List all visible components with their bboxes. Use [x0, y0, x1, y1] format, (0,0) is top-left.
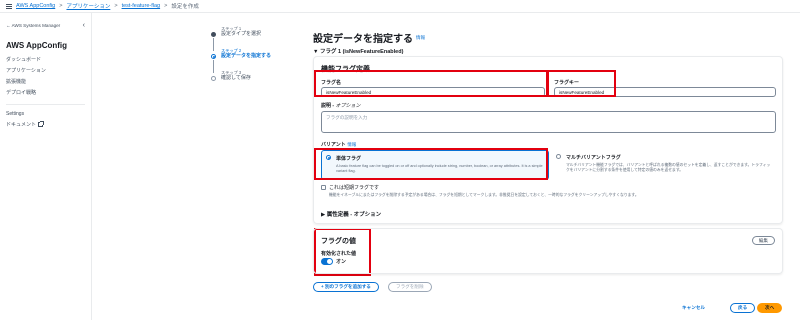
- sidebar-docs-label: ドキュメント: [6, 122, 37, 128]
- breadcrumb-separator: >: [59, 3, 63, 9]
- attributes-expander[interactable]: ▶ 属性定義 - オプション: [321, 210, 381, 218]
- sidebar-item-dashboard[interactable]: ダッシュボード: [6, 56, 85, 63]
- wizard-steps: ステップ 1 設定タイプを選択 ステップ 2 設定データを指定する ステップ 3…: [211, 26, 291, 92]
- breadcrumb-application[interactable]: test-feature-flag: [122, 3, 161, 9]
- sidebar-item-settings[interactable]: Settings: [6, 111, 85, 117]
- page-title: 設定データを指定する 情報: [313, 30, 425, 45]
- multi-variant-option[interactable]: マルチバリアントフラグ マルチバリアント機能フラグでは、バリアントと呼ばれる複数…: [552, 150, 778, 180]
- variant-label: バリアント 情報: [321, 141, 356, 148]
- flag-section-toggle[interactable]: ▼ フラグ 1 (isNewFeatureEnabled): [313, 47, 403, 55]
- step-3: ステップ 3 確認して保存: [211, 70, 291, 92]
- multi-variant-description: マルチバリアント機能フラグでは、バリアントと呼ばれる複数の値のセットを定義し、返…: [566, 163, 771, 172]
- description-textarea[interactable]: フラグの説明を入力: [321, 111, 776, 133]
- sidebar-item-extensions[interactable]: 拡張機能: [6, 78, 85, 85]
- sidebar-item-applications[interactable]: アプリケーション: [6, 67, 85, 74]
- enabled-value-label: 有効化された値: [321, 251, 357, 257]
- sidebar: ← AWS Systems Manager ‹ AWS AppConfig ダッ…: [0, 13, 92, 320]
- short-term-text: これは短期フラグです 機能をイネーブルにまたはフラグを削除する予定がある場合は、…: [329, 184, 639, 198]
- description-label-text: 説明 -: [321, 103, 336, 109]
- sidebar-title: AWS AppConfig: [6, 41, 68, 50]
- step-pending-icon: [211, 76, 216, 81]
- multi-variant-title: マルチバリアントフラグ: [566, 155, 621, 161]
- enabled-toggle-row: オン: [321, 258, 346, 265]
- edit-button[interactable]: 編集: [751, 236, 775, 245]
- step-2: ステップ 2 設定データを指定する: [211, 48, 291, 73]
- step-complete-icon: [211, 32, 216, 37]
- enabled-toggle[interactable]: [321, 258, 333, 265]
- sidebar-item-docs[interactable]: ドキュメント: [6, 121, 85, 128]
- sidebar-back-link[interactable]: ← AWS Systems Manager: [6, 23, 60, 28]
- step-current-icon: [211, 54, 216, 59]
- add-flag-button[interactable]: + 別のフラグを追加する: [313, 282, 379, 292]
- short-term-flag-option[interactable]: これは短期フラグです 機能をイネーブルにまたはフラグを削除する予定がある場合は、…: [321, 184, 776, 198]
- remove-flag-button[interactable]: フラグを削除: [388, 282, 432, 292]
- step-label: 確認して保存: [221, 75, 251, 81]
- page-title-text: 設定データを指定する: [313, 34, 413, 45]
- highlight-single-flag: [314, 148, 548, 180]
- step-1[interactable]: ステップ 1 設定タイプを選択: [211, 26, 291, 51]
- sidebar-close-icon[interactable]: ‹: [83, 22, 85, 29]
- top-bar: AWS AppConfig > アプリケーション > test-feature-…: [0, 0, 800, 13]
- short-term-description: 機能をイネーブルにまたはフラグを削除する予定がある場合は、フラグを短期としてマー…: [329, 193, 639, 197]
- breadcrumb-separator: >: [164, 3, 168, 9]
- step-label: 設定データを指定する: [221, 53, 272, 59]
- menu-icon[interactable]: [6, 3, 12, 9]
- breadcrumb-applications[interactable]: アプリケーション: [66, 2, 110, 10]
- highlight-flag-key: [546, 70, 616, 97]
- flag-value-title: フラグの値: [321, 238, 356, 245]
- flag-value-card: フラグの値 編集 有効化された値 オン: [313, 228, 783, 274]
- breadcrumb-current: 設定を作成: [171, 4, 199, 10]
- external-link-icon: [38, 121, 45, 127]
- breadcrumb-separator: >: [114, 3, 118, 9]
- checkbox-icon: [321, 185, 326, 190]
- next-button[interactable]: 次へ: [757, 303, 783, 313]
- sidebar-divider: [6, 104, 85, 105]
- back-button[interactable]: 戻る: [730, 303, 756, 313]
- sidebar-item-deployment-strategies[interactable]: デプロイ戦略: [6, 89, 85, 96]
- step-label: 設定タイプを選択: [221, 31, 262, 37]
- cancel-button[interactable]: キャンセル: [674, 303, 713, 313]
- description-label: 説明 - オプション: [321, 102, 360, 109]
- toggle-state-text: オン: [336, 259, 347, 265]
- highlight-flag-name: [314, 70, 549, 97]
- optional-tag: オプション: [335, 103, 361, 109]
- variant-info-link[interactable]: 情報: [347, 142, 356, 147]
- radio-unselected-icon: [556, 154, 561, 159]
- info-link[interactable]: 情報: [416, 35, 425, 41]
- short-term-title: これは短期フラグです: [329, 185, 380, 191]
- breadcrumb-appconfig[interactable]: AWS AppConfig: [16, 3, 55, 9]
